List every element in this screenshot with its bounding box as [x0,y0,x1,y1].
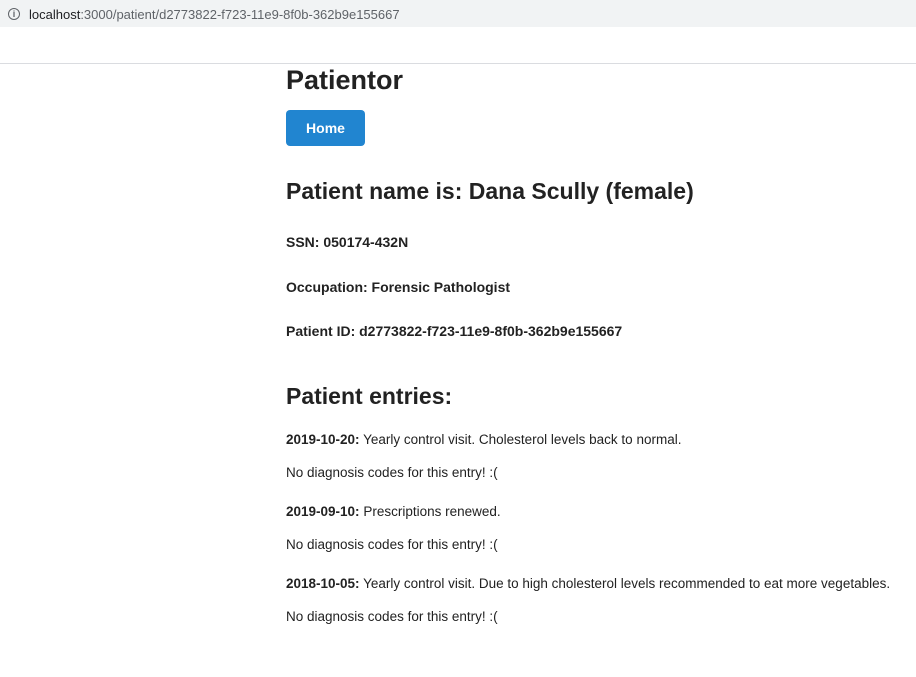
info-icon[interactable]: i [8,8,20,20]
entry-diagnosis: No diagnosis codes for this entry! :( [286,609,498,624]
browser-toolbar-spacer [0,27,916,64]
entry-item: 2018-10-05: Yearly control visit. Due to… [286,575,890,593]
url-host: localhost [29,6,81,22]
url-path: :3000/patient/d2773822-f723-11e9-8f0b-36… [80,6,400,22]
entry-description: Yearly control visit. Cholesterol levels… [359,432,682,447]
entries-heading: Patient entries: [286,383,453,409]
entry-date: 2019-10-20: [286,432,360,447]
entry-description: Prescriptions renewed. [359,504,501,519]
entry-item: 2019-09-10: Prescriptions renewed. [286,503,501,521]
entry-diagnosis: No diagnosis codes for this entry! :( [286,537,498,552]
browser-address-bar: i localhost:3000/patient/d2773822-f723-1… [0,0,916,27]
entry-date: 2019-09-10: [286,504,360,519]
patient-occupation: Occupation: Forensic Pathologist [286,279,511,295]
home-button[interactable]: Home [286,110,365,146]
entry-description: Yearly control visit. Due to high choles… [359,576,891,591]
app-title: Patientor [286,65,404,95]
patient-id: Patient ID: d2773822-f723-11e9-8f0b-362b… [286,323,623,339]
url-field[interactable]: i localhost:3000/patient/d2773822-f723-1… [8,4,400,24]
patient-ssn: SSN: 050174-432N [286,234,409,250]
entry-diagnosis: No diagnosis codes for this entry! :( [286,465,498,480]
entry-date: 2018-10-05: [286,576,360,591]
entry-item: 2019-10-20: Yearly control visit. Choles… [286,431,681,449]
patient-name-heading: Patient name is: Dana Scully (female) [286,178,694,204]
